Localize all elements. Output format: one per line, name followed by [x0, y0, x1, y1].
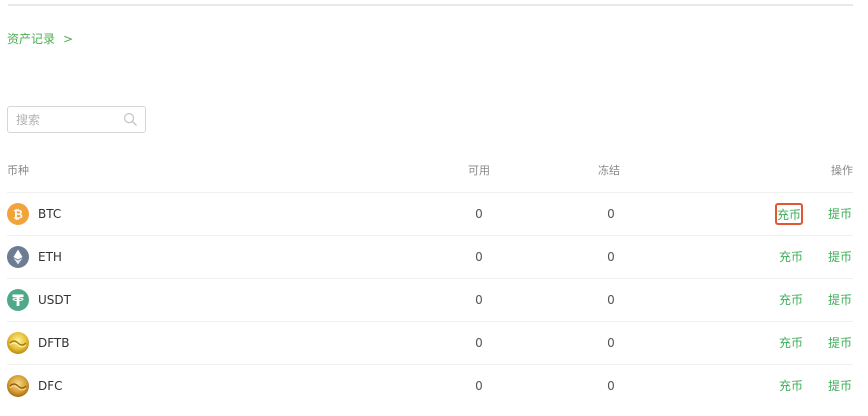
frozen-value: 0	[607, 336, 615, 350]
available-value: 0	[475, 293, 483, 307]
currency-symbol: USDT	[38, 293, 71, 307]
breadcrumb-asset-records[interactable]: 资产记录 >	[7, 30, 73, 48]
currency-symbol: ETH	[38, 250, 62, 264]
withdraw-button[interactable]: 提币	[827, 322, 853, 364]
search-input[interactable]	[8, 107, 118, 132]
deposit-button[interactable]: 充币	[778, 236, 804, 278]
asset-table: 币种 可用 冻结 操作 ₿ BTC 0 0 充币 提币 ETH 0 0 充币 提…	[7, 150, 853, 407]
btc-icon: ₿	[7, 203, 29, 225]
header-actions: 操作	[831, 164, 853, 177]
withdraw-button[interactable]: 提币	[827, 279, 853, 321]
table-row: ETH 0 0 充币 提币	[7, 236, 853, 279]
chevron-right-icon: >	[63, 32, 74, 46]
withdraw-button[interactable]: 提币	[827, 365, 853, 407]
svg-text:₿: ₿	[13, 208, 23, 222]
eth-icon	[7, 246, 29, 268]
search-box	[7, 106, 146, 133]
deposit-button[interactable]: 充币	[778, 322, 804, 364]
available-value: 0	[475, 336, 483, 350]
breadcrumb-label: 资产记录	[7, 32, 56, 46]
dfc-icon	[7, 375, 29, 397]
frozen-value: 0	[607, 207, 615, 221]
header-frozen: 冻结	[598, 164, 620, 177]
currency-symbol: DFC	[38, 379, 63, 393]
currency-symbol: DFTB	[38, 336, 70, 350]
table-header: 币种 可用 冻结 操作	[7, 150, 853, 193]
available-value: 0	[475, 207, 483, 221]
frozen-value: 0	[607, 250, 615, 264]
table-row: ₿ BTC 0 0 充币 提币	[7, 193, 853, 236]
table-row: DFTB 0 0 充币 提币	[7, 322, 853, 365]
frozen-value: 0	[607, 293, 615, 307]
deposit-button[interactable]: 充币	[778, 279, 804, 321]
available-value: 0	[475, 379, 483, 393]
frozen-value: 0	[607, 379, 615, 393]
table-row: DFC 0 0 充币 提币	[7, 365, 853, 407]
usdt-icon	[7, 289, 29, 311]
header-available: 可用	[468, 164, 490, 177]
available-value: 0	[475, 250, 483, 264]
withdraw-button[interactable]: 提币	[827, 236, 853, 278]
deposit-button[interactable]: 充币	[775, 203, 803, 225]
deposit-button[interactable]: 充币	[778, 365, 804, 407]
header-currency: 币种	[7, 164, 29, 177]
top-divider	[8, 4, 853, 6]
currency-symbol: BTC	[38, 207, 62, 221]
withdraw-button[interactable]: 提币	[827, 193, 853, 235]
search-icon[interactable]	[123, 112, 138, 127]
table-row: USDT 0 0 充币 提币	[7, 279, 853, 322]
dftb-icon	[7, 332, 29, 354]
